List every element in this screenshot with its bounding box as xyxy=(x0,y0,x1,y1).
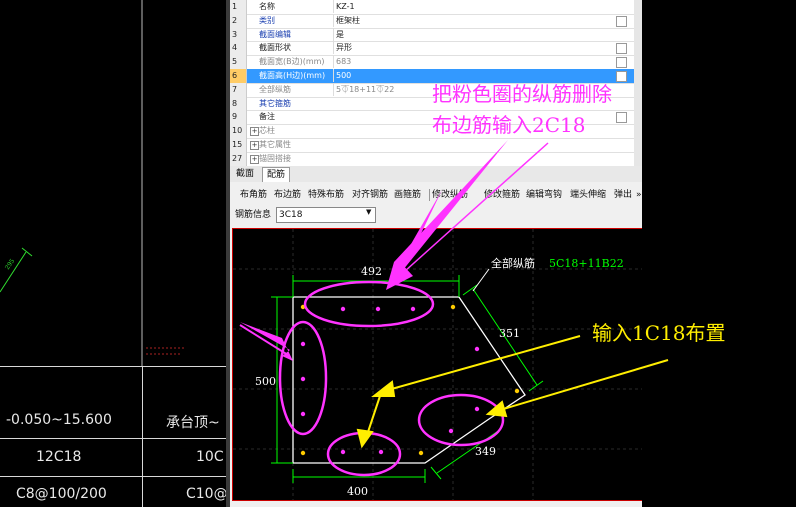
property-row[interactable]: 1 名称 KZ-1 xyxy=(230,0,634,15)
property-row[interactable]: 10 + 芯柱 xyxy=(230,124,634,139)
column-editor-pane: 1 名称 KZ-1 2 类别 框架柱 3 截面编辑是 4 截面形状 异形 5 截面宽(B边)(mm) 68… xyxy=(230,0,796,507)
total-rebar-label: 全部纵筋 xyxy=(491,256,535,270)
row-number: 8 xyxy=(230,96,247,111)
cad-sketch: 295 xyxy=(0,0,186,366)
property-scrollbar[interactable] xyxy=(634,0,642,166)
property-name: 锚固搭接 xyxy=(259,153,291,163)
total-rebar-value: 5C18+11B22 xyxy=(549,257,624,270)
property-row[interactable]: 15 + 其它属性 xyxy=(230,138,634,153)
toolbar-button[interactable]: 对齐钢筋 xyxy=(352,186,388,204)
property-row[interactable]: 3 截面编辑 是 xyxy=(230,27,634,43)
property-name: 截面形状 xyxy=(259,43,291,53)
column-outline xyxy=(292,296,526,464)
toolbar-button[interactable]: 修改纵筋 xyxy=(432,186,468,204)
property-value[interactable]: 5⏁18+11⏁22 xyxy=(333,82,606,96)
row-number: 5 xyxy=(230,55,247,69)
tab-section[interactable]: 截面 xyxy=(232,167,258,181)
property-grid: 1 名称 KZ-1 2 类别 框架柱 3 截面编辑是 4 截面形状 异形 5 截面宽(B边)(mm) 68… xyxy=(230,0,643,167)
dim-right: 351 xyxy=(499,327,520,340)
rebar-info-label: 钢筋信息 xyxy=(235,210,272,220)
toolbar-button[interactable]: 画箍筋 xyxy=(394,186,421,204)
right-strip xyxy=(642,0,796,507)
property-row[interactable]: 8 其它箍筋 xyxy=(230,96,634,112)
property-checkbox[interactable] xyxy=(616,15,627,27)
cad-cell-elevation-2: 承台顶~ xyxy=(166,415,220,431)
dim-bottom: 400 xyxy=(347,485,368,498)
property-name: 截面高(H边)(mm) xyxy=(259,71,326,80)
dim-top: 492 xyxy=(361,265,382,278)
section-drawing: 492 351 500 400 349 全部纵筋 5C18+11B22 xyxy=(233,229,642,500)
property-name: 截面编辑 xyxy=(259,29,291,39)
property-row[interactable]: 5 截面宽(B边)(mm) 683 xyxy=(230,55,634,70)
row-number: 7 xyxy=(230,82,247,97)
property-name: 全部纵筋 xyxy=(259,84,291,94)
property-checkbox[interactable] xyxy=(616,43,627,55)
cad-cell-rebar: 12C18 xyxy=(36,449,82,465)
dim-corner: 349 xyxy=(475,445,496,458)
property-value[interactable]: 框架柱 xyxy=(333,13,606,27)
row-number: 10 xyxy=(230,124,247,138)
property-name: 其它属性 xyxy=(259,140,291,149)
property-name: 名称 xyxy=(259,2,275,11)
property-row[interactable]: 9 备注 xyxy=(230,110,634,126)
property-name: 其它箍筋 xyxy=(259,98,291,108)
cad-cell-stirrup-2: C10@ xyxy=(186,486,226,502)
rebar-toolbar: 布角筋 布边筋 特殊布筋 对齐钢筋 画箍筋 修改纵筋 修改箍筋 编辑弯钩 端头伸缩 弹出» xyxy=(234,186,646,204)
property-row[interactable]: 6 截面高(H边)(mm) 500 xyxy=(230,69,634,84)
toolbar-button[interactable]: 编辑弯钩 xyxy=(526,186,562,204)
row-number: 1 xyxy=(230,0,247,14)
property-checkbox[interactable] xyxy=(616,71,627,82)
cad-cell-stirrup: C8@100/200 xyxy=(16,486,107,502)
cad-drawing-area[interactable]: 295 -0.050~15.600 12C18 C8@100/200 承台顶~ … xyxy=(0,0,226,507)
property-checkbox[interactable] xyxy=(616,57,627,69)
section-canvas[interactable]: 492 351 500 400 349 全部纵筋 5C18+11B22 xyxy=(232,228,643,501)
cad-cell-elevation: -0.050~15.600 xyxy=(6,412,112,428)
tab-reinforcement[interactable]: 配筋 xyxy=(262,167,291,182)
property-value[interactable]: 是 xyxy=(333,27,606,41)
property-row[interactable]: 2 类别 框架柱 xyxy=(230,13,634,29)
row-number: 2 xyxy=(230,13,247,28)
toolbar-button[interactable]: 特殊布筋 xyxy=(308,186,344,204)
chevron-down-icon[interactable]: ▼ xyxy=(366,208,371,216)
property-checkbox[interactable] xyxy=(616,112,627,124)
toolbar-button[interactable]: 修改箍筋 xyxy=(484,186,520,204)
property-value[interactable]: 异形 xyxy=(333,41,606,55)
toolbar-button[interactable]: 布边筋 xyxy=(274,186,301,204)
property-value[interactable]: 500 xyxy=(333,69,606,82)
property-name: 类别 xyxy=(259,15,275,25)
toolbar-button[interactable]: » xyxy=(636,186,642,204)
dim-left: 500 xyxy=(255,375,276,388)
row-number: 3 xyxy=(230,27,247,42)
rebar-info-input[interactable]: 3C18 xyxy=(276,207,376,223)
property-name: 截面宽(B边)(mm) xyxy=(259,57,325,67)
row-number: 15 xyxy=(230,138,247,152)
editor-tabs: 截面 配筋 xyxy=(230,166,642,182)
cad-cell-rebar-2: 10C xyxy=(196,449,224,465)
property-value[interactable]: KZ-1 xyxy=(333,0,606,13)
property-name: 芯柱 xyxy=(259,126,275,136)
row-number: 4 xyxy=(230,41,247,56)
toolbar-button[interactable]: 端头伸缩 xyxy=(570,186,606,204)
toolbar-button[interactable]: 弹出 xyxy=(614,186,632,204)
property-name: 备注 xyxy=(259,112,275,122)
row-number: 9 xyxy=(230,110,247,125)
property-row[interactable]: 7 全部纵筋 5⏁18+11⏁22 xyxy=(230,82,634,98)
row-number: 6 xyxy=(230,69,247,83)
property-row[interactable]: 4 截面形状 异形 xyxy=(230,41,634,57)
toolbar-button[interactable]: 布角筋 xyxy=(240,186,267,204)
row-number: 27 xyxy=(230,151,247,166)
property-value[interactable]: 683 xyxy=(333,55,606,69)
property-row[interactable]: 27 + 锚固搭接 xyxy=(230,151,634,167)
